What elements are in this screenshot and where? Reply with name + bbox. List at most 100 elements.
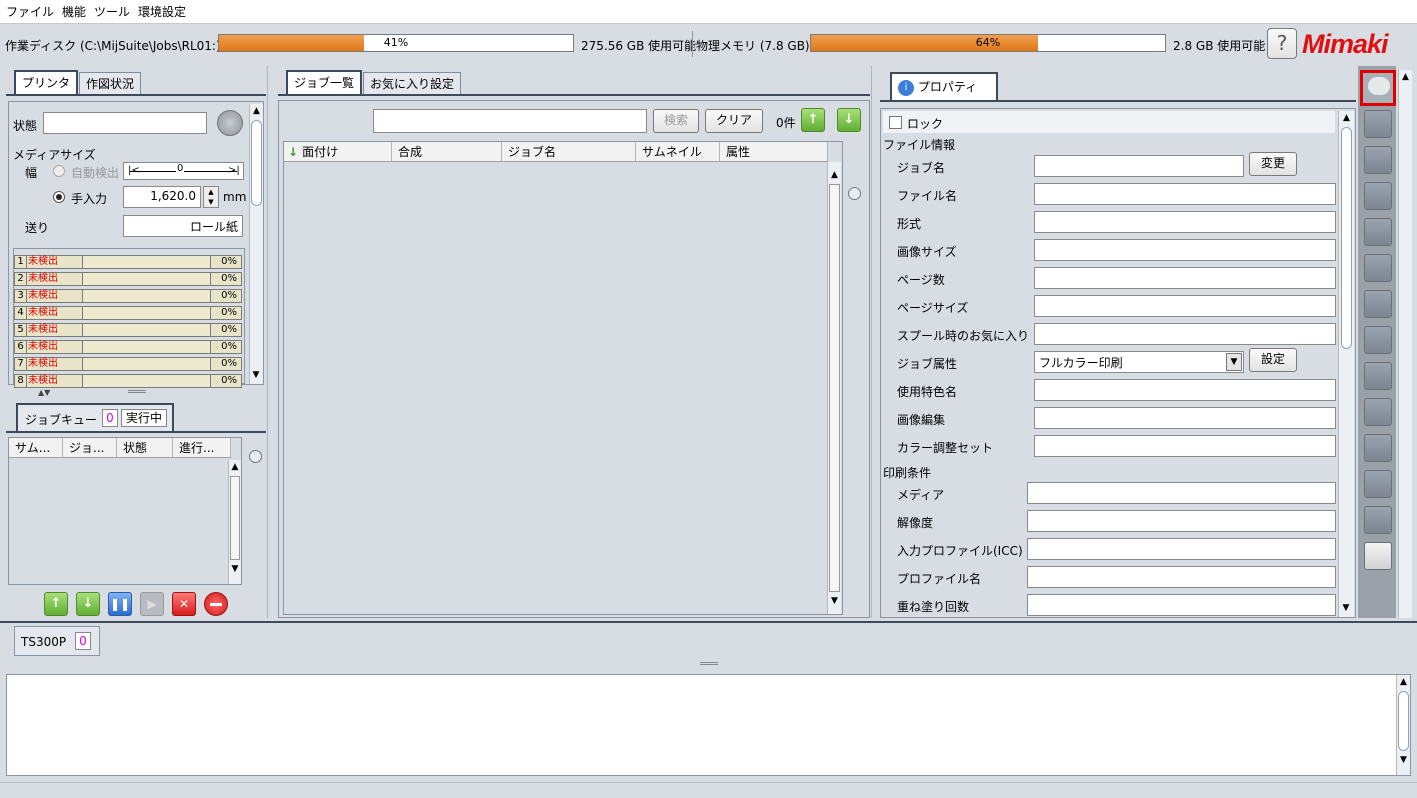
job-scrollbar[interactable]: ▲ ▼ (827, 162, 841, 614)
running-badge: 実行中 (121, 409, 167, 427)
ink-slot-number: 4 (15, 307, 27, 319)
tool-target-icon[interactable] (1364, 398, 1392, 426)
help-button[interactable]: ? (1267, 28, 1297, 59)
tool-layers-icon[interactable] (1364, 362, 1392, 390)
printer-panel-scrollbar[interactable]: ▲ (249, 104, 263, 384)
job-attribute-value: フルカラー印刷 (1039, 356, 1123, 370)
tool-page-icon[interactable] (1364, 182, 1392, 210)
dropdown-arrow-icon[interactable]: ▼ (1226, 353, 1242, 371)
property-value (1034, 295, 1336, 317)
manual-radio[interactable] (53, 191, 65, 203)
col-attribute[interactable]: 属性 (720, 142, 828, 161)
clear-button[interactable]: クリア (705, 109, 763, 133)
job-splitter-knob[interactable] (848, 187, 861, 200)
tool-nesting-icon[interactable] (1364, 290, 1392, 318)
memory-free: 2.8 GB 使用可能 (1173, 39, 1266, 53)
tool-trash-icon[interactable] (1364, 506, 1392, 534)
ink-slot-bar (83, 273, 211, 285)
col-job-name[interactable]: ジョブ名 (502, 142, 636, 161)
menu-file[interactable]: ファイル (6, 3, 54, 20)
ink-slot-row: 4 未検出 0% (14, 306, 242, 320)
job-tabs: ジョブ一覧 お気に入り設定 (280, 70, 870, 94)
print-condition-value (1027, 566, 1336, 588)
property-scroll-down[interactable]: ▼ (1338, 601, 1354, 615)
property-label: ページサイズ (897, 301, 969, 315)
auto-detect-value: 0 (176, 163, 185, 174)
tool-copy-icon[interactable] (1364, 434, 1392, 462)
tab-plot-status[interactable]: 作図状況 (79, 72, 142, 94)
queue-splitter-knob[interactable] (249, 450, 262, 463)
property-scrollbar[interactable]: ▲ (1338, 111, 1354, 617)
col-composite[interactable]: 合成 (392, 142, 502, 161)
left-vertical-splitter[interactable] (267, 66, 275, 618)
memory-label: 物理メモリ (7.8 GB) (696, 39, 810, 53)
menu-settings[interactable]: 環境設定 (138, 3, 186, 20)
lock-checkbox[interactable] (889, 116, 902, 129)
change-job-name-button[interactable]: 変更 (1249, 152, 1297, 176)
tool-help-icon[interactable] (1364, 542, 1392, 570)
queue-col-job[interactable]: ジョ... (63, 438, 117, 457)
queue-up-button[interactable]: ↑ (44, 592, 68, 616)
tool-printer-icon[interactable] (1364, 326, 1392, 354)
left-splitter-grip[interactable] (128, 390, 146, 393)
bottom-splitter-grip[interactable] (700, 662, 718, 665)
queue-col-state[interactable]: 状態 (117, 438, 173, 457)
width-spinner[interactable]: ▲ ▼ (203, 186, 219, 208)
tab-printer[interactable]: プリンタ (14, 70, 79, 94)
property-value[interactable] (1034, 155, 1244, 177)
col-imposition[interactable]: ↓ 面付け (284, 142, 392, 161)
tool-layout-icon[interactable] (1364, 110, 1392, 138)
job-attribute-select[interactable]: フルカラー印刷 ▼ (1034, 351, 1244, 373)
queue-count-badge: 0 (102, 409, 118, 427)
queue-down-button[interactable]: ↓ (76, 592, 100, 616)
tool-transfer-icon[interactable] (1364, 470, 1392, 498)
ink-slot-percent: 0% (221, 256, 237, 267)
printer-scroll-down[interactable]: ▼ (249, 368, 263, 382)
ink-slot-state: 未検出 (27, 256, 83, 268)
tab-job-list[interactable]: ジョブ一覧 (286, 70, 363, 94)
tool-step-repeat-icon[interactable] (1364, 254, 1392, 282)
manual-width-input[interactable]: 1,620.0 (123, 186, 201, 208)
property-label: 形式 (897, 217, 922, 231)
queue-tab-label: ジョブキュー (25, 413, 98, 427)
file-info-header: ファイル情報 (883, 138, 956, 152)
col-thumbnail[interactable]: サムネイル (636, 142, 720, 161)
pause-button[interactable]: ❚❚ (108, 592, 132, 616)
ink-slot-percent: 0% (221, 324, 237, 335)
print-condition-label: メディア (897, 488, 945, 502)
menu-tools[interactable]: ツール (94, 3, 130, 20)
attribute-settings-button[interactable]: 設定 (1249, 348, 1297, 372)
queue-col-thumb[interactable]: サム... (9, 438, 63, 457)
tool-strip-scrollbar[interactable]: ▲ (1398, 70, 1412, 618)
queue-scrollbar[interactable]: ▲ ▼ (228, 460, 241, 584)
tool-color-icon[interactable] (1364, 146, 1392, 174)
job-search-input[interactable] (373, 109, 647, 133)
splitter-arrows[interactable]: ▲▼ (38, 388, 50, 397)
menu-function[interactable]: 機能 (62, 3, 86, 20)
search-button[interactable]: 検索 (653, 109, 699, 133)
printer-tab-ts300p[interactable]: TS300P 0 (14, 626, 100, 656)
ink-slot-state: 未検出 (27, 290, 83, 302)
job-up-button[interactable]: ↑ (801, 108, 825, 132)
queue-tab[interactable]: ジョブキュー 0 実行中 (16, 403, 174, 431)
job-down-button[interactable]: ↓ (837, 108, 861, 132)
ink-slot-row: 5 未検出 0% (14, 323, 242, 337)
tool-tile-icon[interactable] (1364, 218, 1392, 246)
property-value (1034, 183, 1336, 205)
message-log[interactable]: ▲ ▼ (6, 674, 1411, 776)
play-button[interactable]: ▶ (140, 592, 164, 616)
tab-favorites[interactable]: お気に入り設定 (363, 72, 462, 94)
tool-properties-selected[interactable] (1360, 70, 1396, 106)
auto-detect-radio[interactable] (53, 165, 65, 177)
right-vertical-splitter[interactable] (871, 66, 879, 618)
printer-refresh-icon[interactable] (217, 110, 243, 136)
stop-button[interactable] (204, 592, 228, 616)
ink-slot-number: 2 (15, 273, 27, 285)
property-panel: ロック ファイル情報 ジョブ名 ファイル名 形式 画像サイズ ページ数 ページサイズ スプー… (880, 108, 1356, 618)
ink-slot-bar (83, 256, 211, 268)
delete-job-button[interactable]: ✕ (172, 592, 196, 616)
queue-col-progress[interactable]: 進行... (173, 438, 231, 457)
tab-properties[interactable]: i プロパティ (890, 72, 998, 100)
log-scrollbar[interactable]: ▲ ▼ (1396, 675, 1410, 775)
property-value (1034, 323, 1336, 345)
